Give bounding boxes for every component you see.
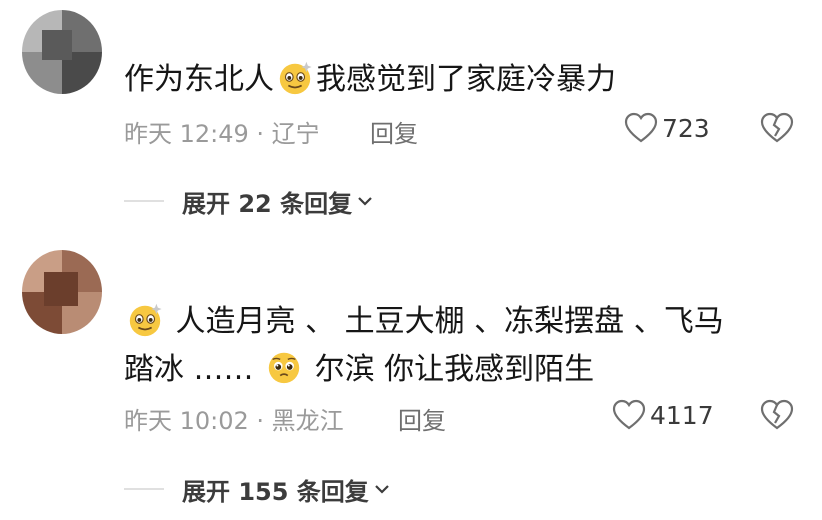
expand-replies-button[interactable]: 展开 22 条回复 (124, 184, 374, 218)
like-count: 723 (662, 113, 710, 143)
comment-time-location: 昨天 12:49 · 辽宁 (124, 120, 320, 148)
comment-time-location: 昨天 10:02 · 黑龙江 (124, 407, 344, 435)
comment-item: 作为东北人 我感觉到了家庭冷暴力 昨天 12:49 · 辽宁 回复 723 展开 … (0, 0, 822, 250)
chevron-down-icon (358, 197, 372, 206)
comment-text-part: 我感觉到了家庭冷暴力 (316, 62, 616, 97)
smiling-face-with-sparkle-emoji-icon (126, 300, 164, 338)
reply-button[interactable]: 回复 (398, 401, 446, 436)
comment-text: 作为东北人 我感觉到了家庭冷暴力 (124, 56, 792, 104)
divider-line (124, 488, 164, 490)
comment-meta: 昨天 10:02 · 黑龙江 回复 4117 (124, 397, 796, 436)
reply-button[interactable]: 回复 (370, 114, 418, 149)
avatar[interactable] (22, 10, 102, 94)
dislike-button[interactable] (760, 399, 794, 437)
heart-icon (612, 399, 646, 430)
avatar[interactable] (22, 250, 102, 334)
divider-line (124, 200, 164, 202)
expand-replies-label: 展开 22 条回复 (182, 189, 353, 218)
broken-heart-icon (760, 112, 794, 143)
smiling-face-with-sparkle-emoji-icon (276, 58, 314, 96)
expand-replies-button[interactable]: 展开 155 条回复 (124, 472, 391, 506)
comment-text-part: 作为东北人 (124, 62, 274, 97)
expand-replies-label: 展开 155 条回复 (182, 477, 369, 506)
heart-icon (624, 112, 658, 143)
comment-item: 人造月亮 、 土豆大棚 、冻梨摆盘 、飞马 踏冰 …… 尔滨 你让我感到陌生 昨… (0, 250, 822, 520)
like-button[interactable]: 4117 (612, 399, 714, 431)
comment-text-line: 人造月亮 、 土豆大棚 、冻梨摆盘 、飞马 (175, 304, 724, 339)
pleading-face-emoji-icon (265, 348, 303, 386)
comment-text-line: 尔滨 你让我感到陌生 (314, 352, 595, 387)
comment-text: 人造月亮 、 土豆大棚 、冻梨摆盘 、飞马 踏冰 …… 尔滨 你让我感到陌生 (124, 298, 792, 394)
comment-meta: 昨天 12:49 · 辽宁 回复 723 (124, 110, 796, 149)
broken-heart-icon (760, 399, 794, 430)
comment-text-line: 踏冰 …… (124, 352, 254, 387)
chevron-down-icon (375, 485, 389, 494)
like-button[interactable]: 723 (624, 112, 710, 144)
like-count: 4117 (650, 400, 714, 430)
dislike-button[interactable] (760, 112, 794, 150)
